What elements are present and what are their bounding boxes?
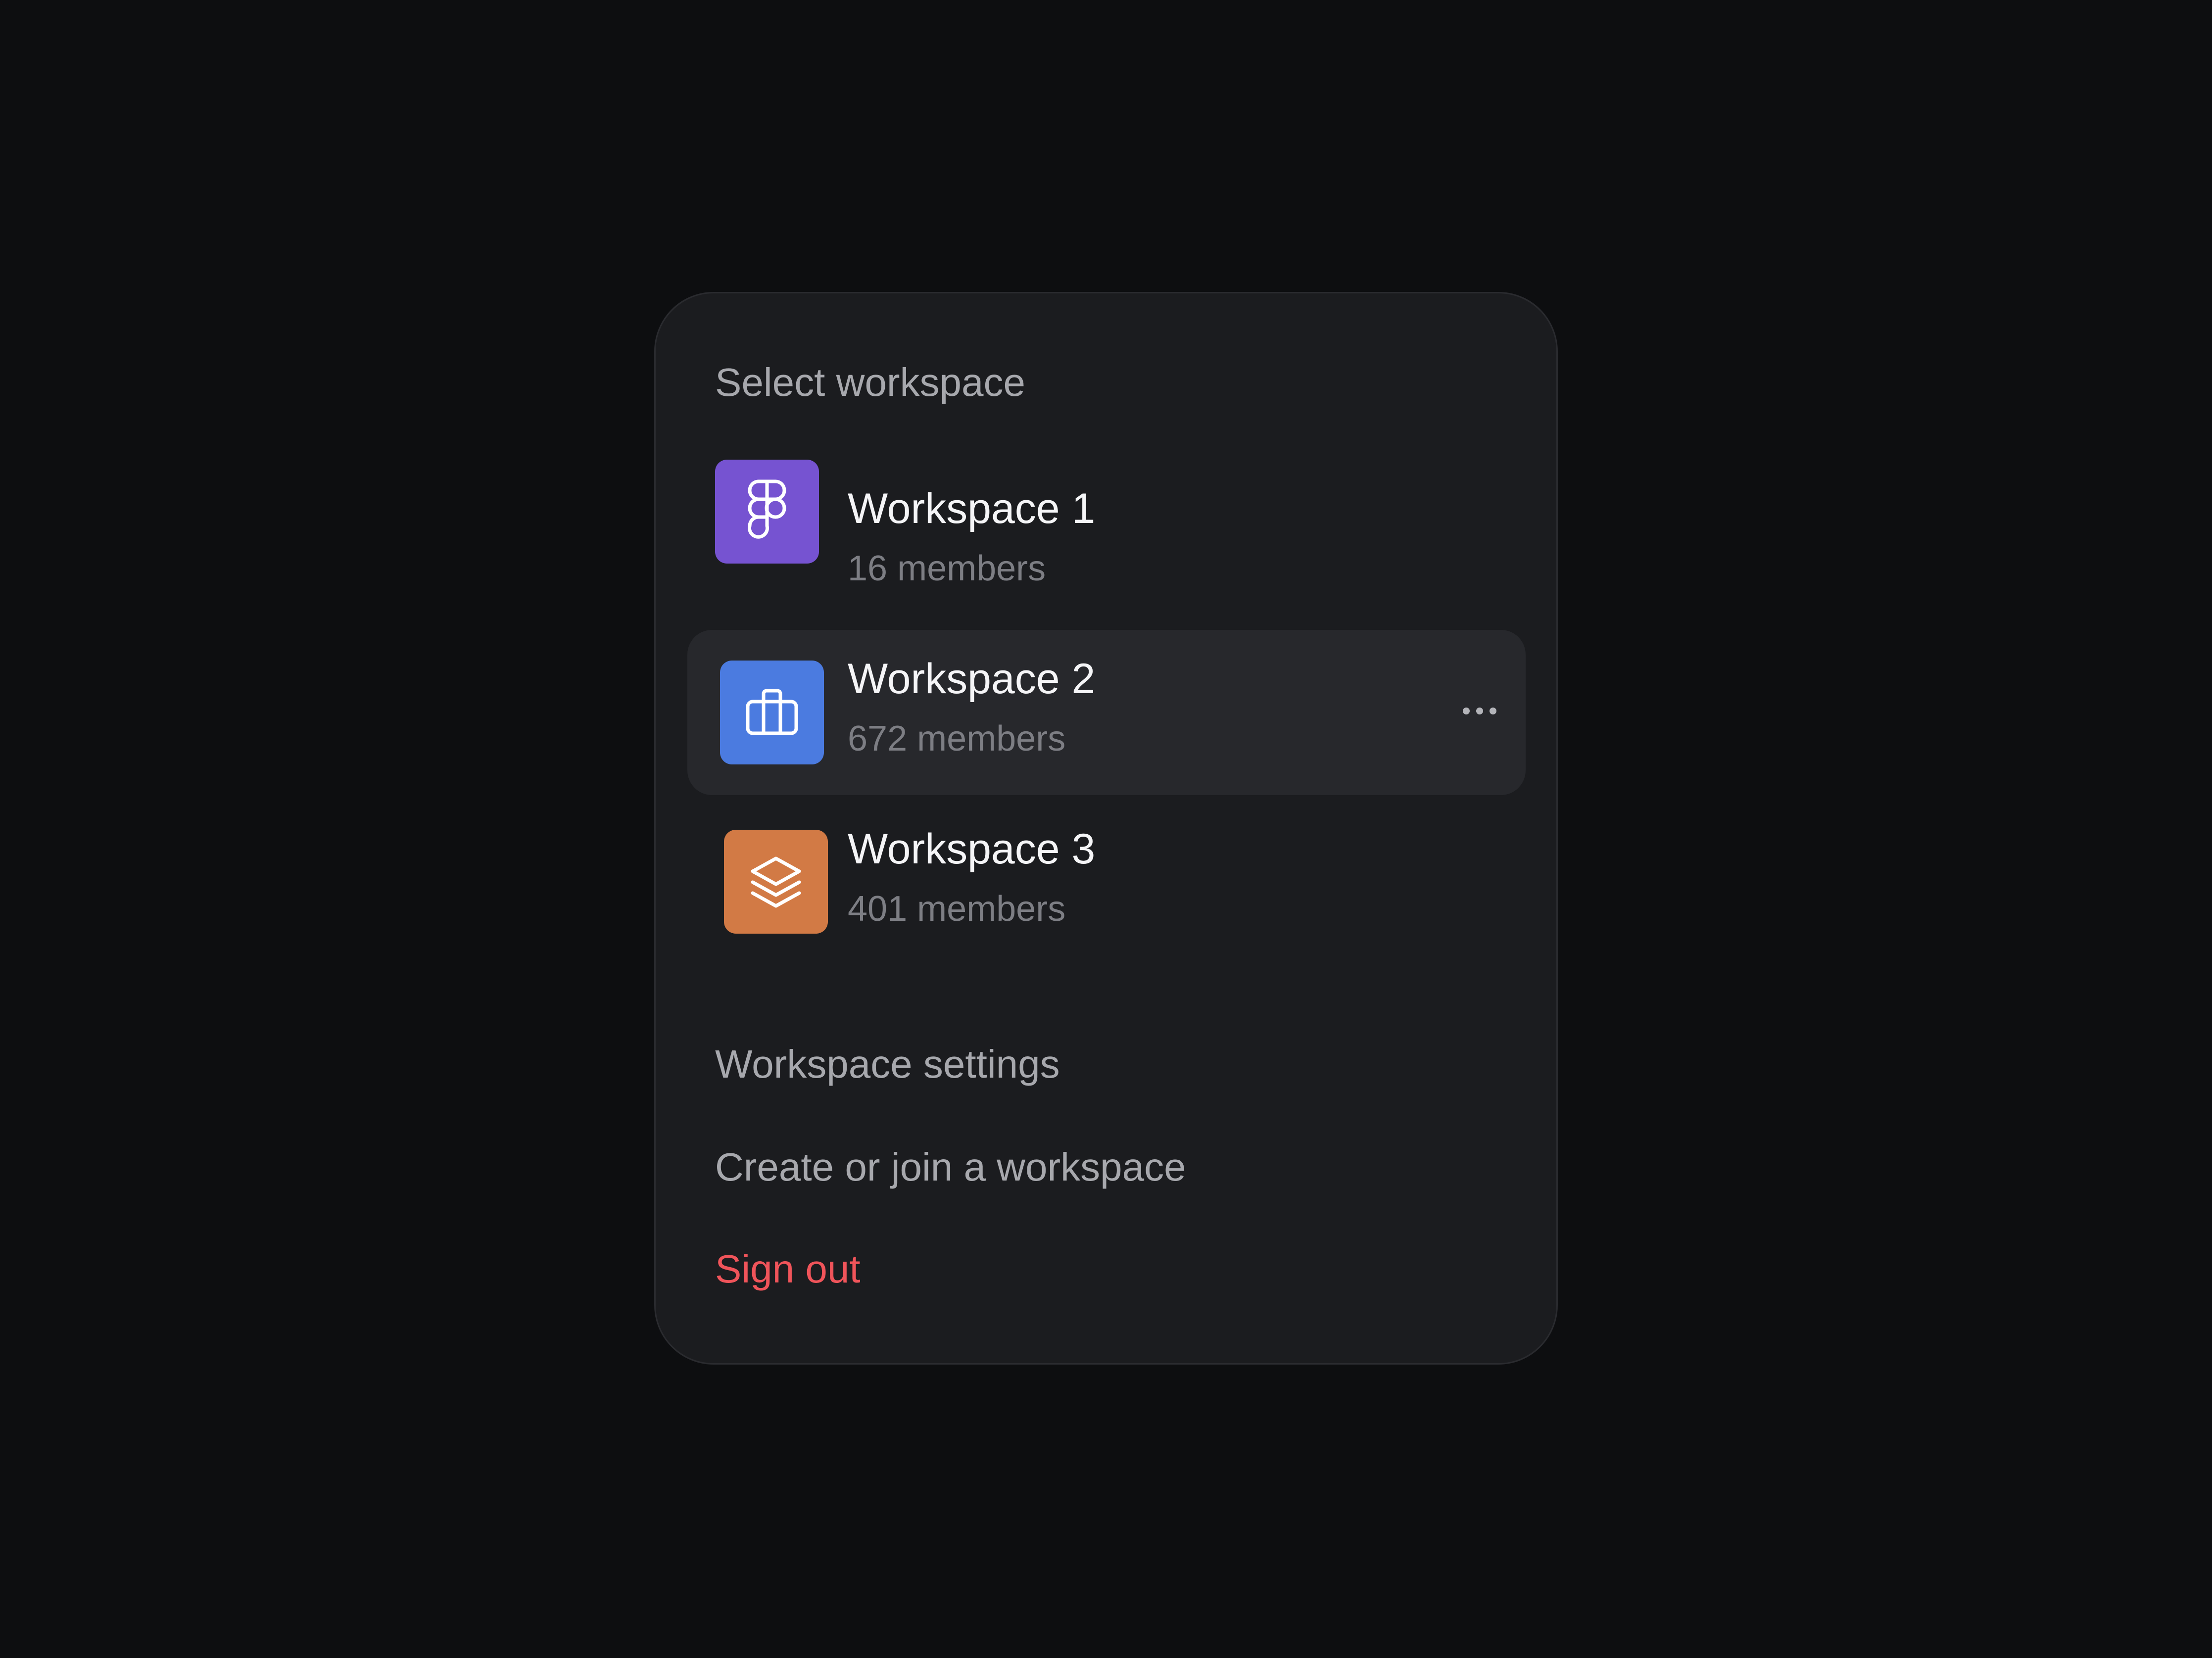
figma-icon	[715, 460, 819, 564]
workspace-item-1[interactable]: Workspace 1 16 members	[687, 460, 1526, 625]
workspace-name: Workspace 2	[848, 655, 1096, 703]
select-workspace-title: Select workspace	[715, 360, 1025, 404]
more-options-icon[interactable]	[1457, 691, 1502, 731]
workspace-item-2[interactable]: Workspace 2 672 members	[687, 630, 1526, 795]
workspace-name: Workspace 1	[848, 485, 1096, 532]
workspace-switcher-panel: Select workspace Workspace 1 16 members	[654, 292, 1558, 1365]
workspace-name: Workspace 3	[848, 825, 1096, 873]
layers-icon	[724, 830, 828, 934]
workspace-member-count: 672 members	[848, 719, 1066, 758]
workspace-item-3[interactable]: Workspace 3 401 members	[687, 800, 1526, 965]
workspace-member-count: 401 members	[848, 889, 1066, 929]
briefcase-icon	[720, 661, 824, 764]
sign-out-link[interactable]: Sign out	[715, 1249, 861, 1289]
workspace-settings-link[interactable]: Workspace settings	[715, 1044, 1060, 1084]
workspace-member-count: 16 members	[848, 549, 1046, 588]
create-join-workspace-link[interactable]: Create or join a workspace	[715, 1147, 1186, 1187]
